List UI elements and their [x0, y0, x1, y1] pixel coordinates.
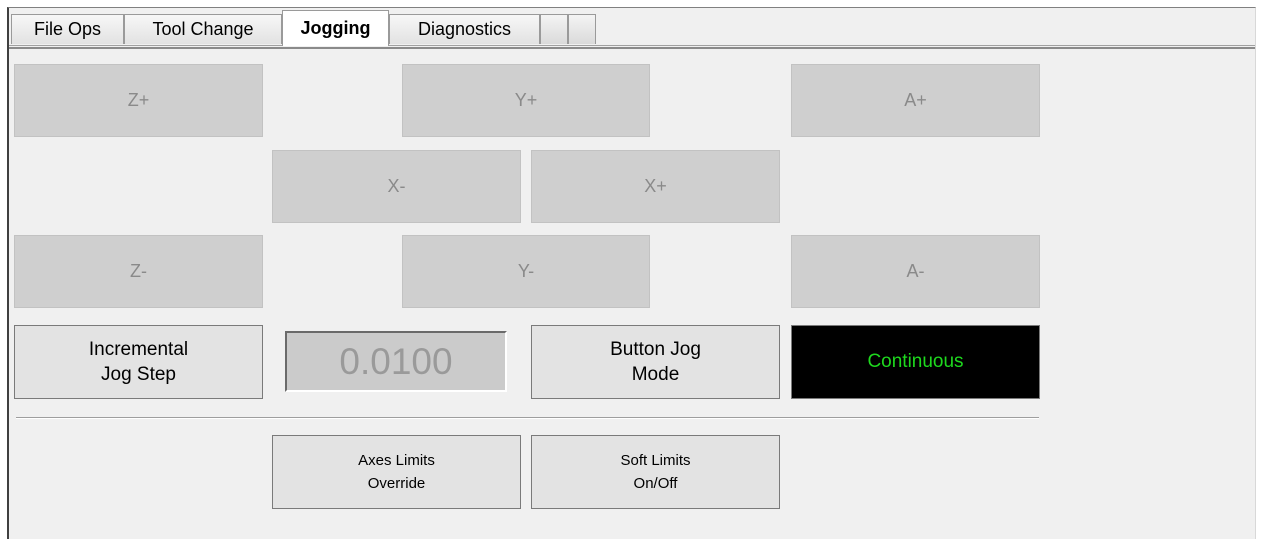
jog-label: Z+	[127, 90, 150, 110]
tab-label: Jogging	[300, 18, 371, 38]
tab-file-ops[interactable]: File Ops	[11, 14, 124, 44]
jog-a-plus-button[interactable]: A+	[791, 64, 1040, 137]
jog-label: A+	[904, 90, 927, 110]
jog-x-minus-button[interactable]: X-	[272, 150, 521, 223]
jog-x-plus-button[interactable]: X+	[531, 150, 780, 223]
axes-limits-override-label: Axes Limits Override	[358, 452, 435, 492]
button-jog-mode-button[interactable]: Button Jog Mode	[531, 325, 780, 399]
jog-z-plus-button[interactable]: Z+	[14, 64, 263, 137]
tab-empty-1[interactable]	[540, 14, 568, 44]
tab-label: File Ops	[33, 19, 102, 39]
jog-label: X-	[387, 176, 406, 196]
soft-limits-label: Soft Limits On/Off	[620, 452, 691, 492]
button-jog-mode-label: Button Jog Mode	[610, 339, 701, 385]
jog-label: Z-	[130, 261, 147, 281]
tab-label: Diagnostics	[417, 19, 512, 39]
tab-strip: File Ops Tool Change Jogging Diagnostics	[9, 8, 1255, 49]
tab-diagnostics[interactable]: Diagnostics	[389, 14, 540, 44]
jog-mode-value: Continuous	[867, 351, 964, 372]
jog-y-plus-button[interactable]: Y+	[402, 64, 650, 137]
tab-jogging[interactable]: Jogging	[282, 10, 389, 46]
jog-step-value: 0.0100	[339, 340, 453, 382]
incremental-jog-step-button[interactable]: Incremental Jog Step	[14, 325, 263, 399]
tab-label: Tool Change	[152, 19, 254, 39]
tab-divider	[9, 45, 1255, 46]
jog-mode-display: Continuous	[791, 325, 1040, 399]
jog-label: Y-	[517, 261, 535, 281]
tab-tool-change[interactable]: Tool Change	[124, 14, 282, 44]
separator-line	[16, 417, 1039, 419]
tab-empty-2[interactable]	[568, 14, 596, 44]
soft-limits-toggle-button[interactable]: Soft Limits On/Off	[531, 435, 780, 509]
jog-label: X+	[644, 176, 667, 196]
jog-y-minus-button[interactable]: Y-	[402, 235, 650, 308]
jog-label: Y+	[514, 90, 538, 110]
tab-divider-shadow	[9, 47, 1255, 49]
jogging-panel: File Ops Tool Change Jogging Diagnostics…	[7, 7, 1256, 539]
jog-a-minus-button[interactable]: A-	[791, 235, 1040, 308]
jog-step-display: 0.0100	[285, 331, 507, 392]
jog-z-minus-button[interactable]: Z-	[14, 235, 263, 308]
incremental-jog-step-label: Incremental Jog Step	[88, 339, 189, 385]
jog-label: A-	[906, 261, 925, 281]
axes-limits-override-button[interactable]: Axes Limits Override	[272, 435, 521, 509]
